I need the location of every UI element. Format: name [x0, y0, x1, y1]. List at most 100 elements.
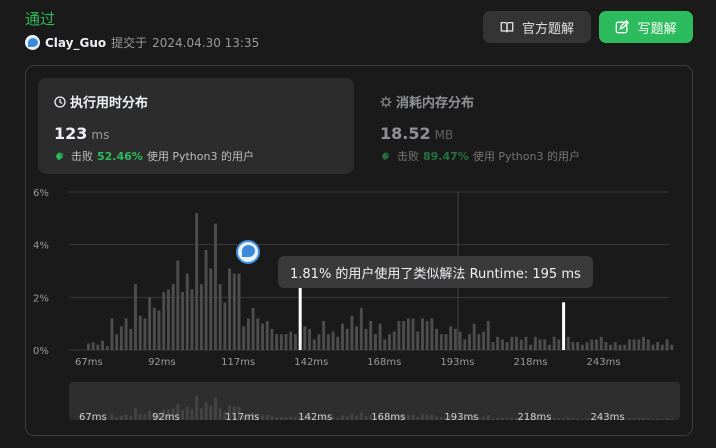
histogram-bar [355, 326, 359, 350]
brush-bar [656, 418, 660, 420]
histogram-bar [284, 334, 288, 350]
histogram-bar [477, 334, 481, 350]
brush-bar [110, 414, 114, 420]
histogram-bar [547, 344, 551, 350]
histogram-bar [214, 223, 217, 350]
histogram-bar [373, 334, 377, 350]
histogram-bar [420, 318, 424, 350]
brush-bar [500, 418, 504, 420]
brush-bar [585, 418, 589, 420]
histogram-bar [453, 328, 457, 350]
brush-tick-label: 92ms [152, 412, 180, 423]
histogram-bar [293, 334, 297, 350]
histogram-bar [256, 318, 260, 350]
histogram-bar [510, 336, 514, 350]
histogram-bar [336, 336, 340, 350]
histogram-bar [439, 334, 443, 350]
histogram-bar [463, 339, 467, 350]
brush-bar [406, 414, 410, 420]
brush-bar [279, 417, 283, 420]
brush-bar [289, 416, 293, 420]
histogram-bar [599, 336, 603, 350]
histogram-bar [482, 331, 486, 350]
histogram-bar [627, 339, 631, 350]
histogram-bar [317, 334, 321, 350]
chart-svg[interactable]: 0% 2% 4% 6% 67ms 92ms 117ms 142ms 168ms 193ms 218m… [0, 0, 716, 448]
brush-bar [646, 418, 650, 420]
histogram-bar [275, 334, 279, 350]
histogram-bar [119, 326, 123, 350]
x-tick-label: 92ms [148, 357, 176, 368]
brush-bar [420, 414, 424, 420]
histogram-bar [134, 284, 137, 350]
y-tick-label: 6% [33, 188, 49, 199]
histogram-bar [341, 323, 344, 350]
brush-bar [491, 418, 495, 420]
brush-bar [209, 405, 213, 420]
brush-bar [204, 402, 208, 420]
brush-bar [341, 415, 344, 420]
histogram-bar [552, 336, 556, 350]
brush-tick-label: 243ms [591, 412, 625, 423]
histogram-bar [604, 342, 608, 350]
brush-bar [350, 413, 354, 420]
histogram-bar [218, 284, 222, 350]
x-tick-label: 117ms [221, 357, 255, 368]
histogram-bar [576, 342, 580, 350]
brush-bar [275, 417, 279, 420]
histogram-bar [538, 339, 542, 350]
histogram-bar [308, 328, 312, 350]
brush-bar [416, 416, 420, 420]
brush-bar [411, 414, 415, 420]
brush-bar [359, 412, 363, 420]
histogram-bar [171, 284, 175, 350]
histogram-bar [312, 339, 316, 350]
histogram-bar [623, 344, 627, 350]
histogram-bar [91, 342, 95, 350]
y-tick-label: 2% [33, 293, 49, 304]
x-tick-label: 243ms [587, 357, 621, 368]
histogram-bar [557, 339, 561, 350]
brush-bar [651, 419, 655, 420]
histogram-bar [430, 318, 434, 350]
x-tick-label: 67ms [75, 357, 103, 368]
histogram-bar [397, 321, 401, 350]
brush-bar [637, 418, 641, 420]
brush-bar [190, 409, 194, 420]
brush-bar [482, 416, 486, 420]
your-submission-avatar-marker[interactable] [236, 240, 260, 264]
histogram-bar [105, 346, 109, 350]
histogram-bar [491, 342, 495, 350]
histogram-bar [651, 344, 655, 350]
histogram-bar [96, 344, 100, 350]
brush-bar [632, 418, 636, 420]
histogram-bar [425, 321, 429, 350]
brush-bar [552, 417, 556, 420]
brush-bar [580, 419, 584, 420]
brush-bar [566, 417, 570, 420]
histogram-bar [204, 249, 208, 350]
histogram-bar [486, 321, 490, 350]
brush-bar [270, 416, 274, 420]
brush-tick-label: 67ms [79, 412, 107, 423]
histogram-bar [566, 336, 570, 350]
brush-bar [138, 413, 142, 420]
histogram-bar [185, 273, 189, 350]
histogram-bar [449, 326, 453, 350]
brush-bar [185, 406, 189, 420]
chart-tooltip: 1.81% 的用户使用了类似解法 Runtime: 195 ms [278, 256, 593, 288]
histogram-bar [289, 331, 293, 350]
histogram-bar [533, 336, 537, 350]
brush-bar [665, 418, 669, 420]
histogram-bar [416, 331, 420, 350]
histogram-bar [162, 292, 166, 350]
brush-bar [124, 414, 128, 420]
brush-bar [425, 414, 429, 420]
histogram-bar [148, 297, 152, 350]
histogram-bar [181, 292, 184, 350]
histogram-bar [246, 318, 250, 350]
brush-bar [642, 417, 645, 420]
brush-bar [129, 416, 133, 420]
histogram-bar [646, 339, 650, 350]
histogram-bar [166, 289, 170, 350]
